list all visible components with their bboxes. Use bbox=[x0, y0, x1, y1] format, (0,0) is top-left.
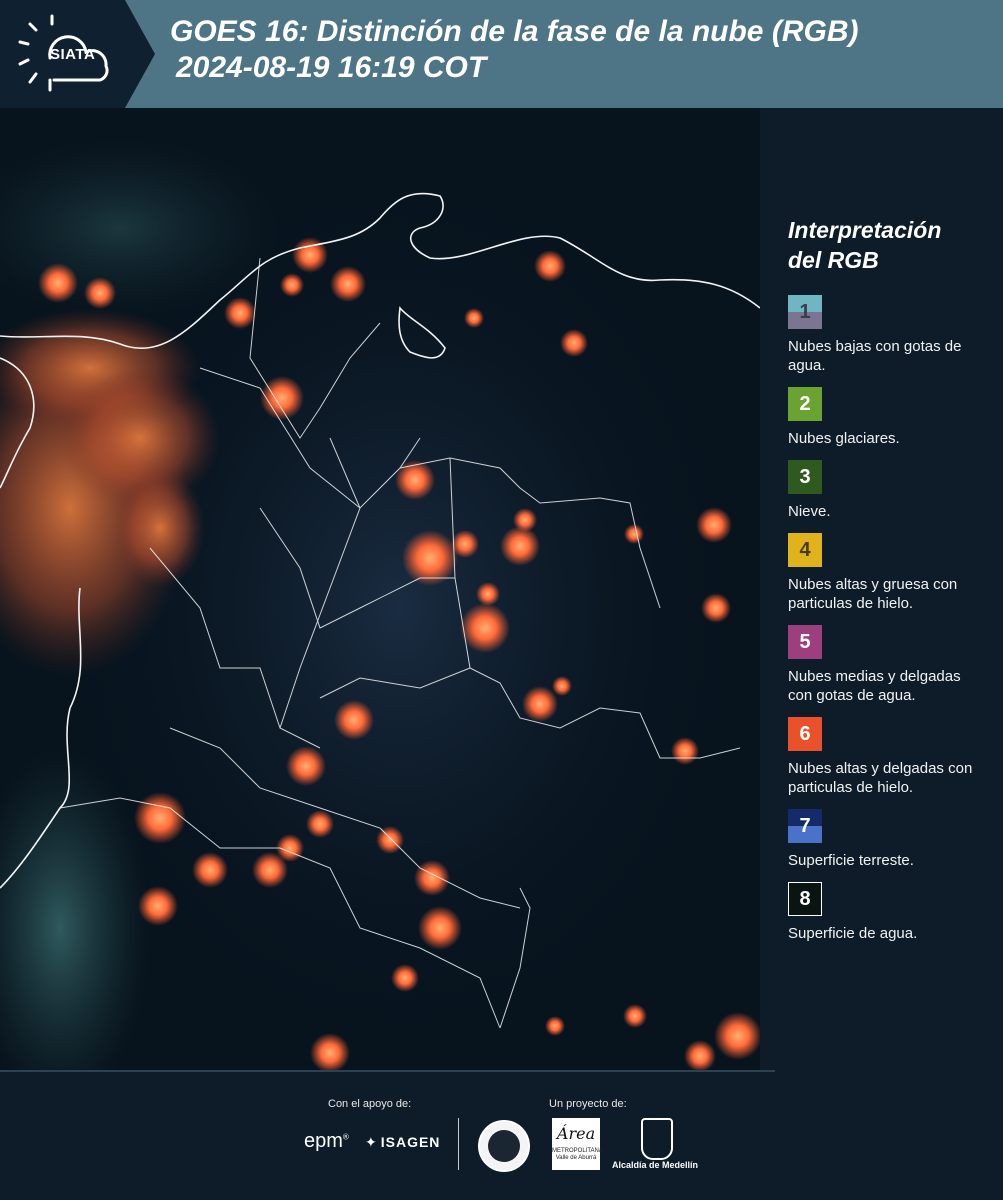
support-label: Con el apoyo de: bbox=[328, 1098, 412, 1110]
legend-number: 1 bbox=[799, 300, 811, 323]
legend-title: Interpretación del RGB bbox=[788, 217, 942, 273]
legend-label: Nubes altas y gruesa con particulas de h… bbox=[788, 576, 958, 612]
legend-item: 7 Superficie terreste. bbox=[788, 809, 988, 870]
legend-swatch: 6 bbox=[788, 717, 822, 751]
isagen-text: ISAGEN bbox=[380, 1134, 441, 1150]
isagen-logo: ✦ ISAGEN bbox=[365, 1134, 440, 1151]
legend-swatch: 3 bbox=[788, 460, 822, 494]
legend-item: 4 Nubes altas y gruesa con particulas de … bbox=[788, 533, 988, 613]
header-bar: SIATA GOES 16: Distinción de la fase de … bbox=[0, 0, 1003, 108]
legend-label: Nieve. bbox=[788, 503, 831, 520]
legend-label: Nubes altas y delgadas con particulas de… bbox=[788, 760, 973, 796]
legend-number: 3 bbox=[799, 465, 811, 488]
project-label: Un proyecto de: bbox=[549, 1098, 627, 1110]
title-line-1: GOES 16: Distinción de la fase de la nub… bbox=[170, 15, 859, 48]
legend-number: 8 bbox=[799, 887, 811, 910]
footer-bar: Con el apoyo de: Un proyecto de: epm® ✦ I… bbox=[0, 1070, 1003, 1200]
logo-label: SIATA bbox=[50, 46, 96, 63]
legend-item: 2 Nubes glaciares. bbox=[788, 387, 988, 448]
title-line-2: 2024-08-19 16:19 COT bbox=[176, 51, 487, 84]
university-seal-icon bbox=[478, 1120, 530, 1172]
area-subtitle: METROPOLITANA Valle de Aburrá bbox=[552, 1148, 603, 1161]
legend-swatch: 2 bbox=[788, 387, 822, 421]
epm-text: epm bbox=[304, 1130, 343, 1152]
legend-swatch: 4 bbox=[788, 533, 822, 567]
legend-number: 4 bbox=[799, 538, 811, 561]
legend-panel: Interpretación del RGB 1 Nubes bajas con … bbox=[788, 215, 988, 955]
legend-item: 6 Nubes altas y delgadas con particulas d… bbox=[788, 717, 988, 797]
legend-swatch: 8 bbox=[788, 882, 822, 916]
legend-number: 7 bbox=[799, 814, 811, 837]
footer-divider bbox=[0, 1070, 775, 1072]
isagen-icon: ✦ bbox=[365, 1134, 378, 1150]
legend-swatch: 7 bbox=[788, 809, 822, 843]
page-title: GOES 16: Distinción de la fase de la nub… bbox=[170, 14, 858, 86]
satellite-map[interactable] bbox=[0, 108, 760, 1070]
legend-item: 8 Superficie de agua. bbox=[788, 882, 988, 943]
legend-label: Nubes bajas con gotas de agua. bbox=[788, 338, 962, 374]
area-title: Área bbox=[556, 1124, 596, 1143]
legend-label: Superficie terreste. bbox=[788, 852, 914, 869]
siata-logo: SIATA bbox=[0, 0, 155, 108]
legend-swatch: 1 bbox=[788, 295, 822, 329]
legend-list: 1 Nubes bajas con gotas de agua. 2 Nubes gl… bbox=[788, 295, 988, 943]
legend-number: 5 bbox=[799, 630, 811, 653]
legend-item: 5 Nubes medias y delgadas con gotas de ag… bbox=[788, 625, 988, 705]
legend-number: 2 bbox=[799, 392, 811, 415]
legend-item: 3 Nieve. bbox=[788, 460, 988, 521]
legend-item: 1 Nubes bajas con gotas de agua. bbox=[788, 295, 988, 375]
alcaldia-emblem-icon bbox=[641, 1118, 673, 1160]
legend-number: 6 bbox=[799, 722, 811, 745]
legend-label: Nubes glaciares. bbox=[788, 430, 900, 447]
alcaldia-label: Alcaldía de Medellín bbox=[612, 1160, 699, 1170]
legend-label: Nubes medias y delgadas con gotas de agu… bbox=[788, 668, 961, 704]
footer-vertical-divider bbox=[458, 1118, 459, 1170]
satellite-image bbox=[0, 108, 760, 1070]
area-metropolitana-logo: Área METROPOLITANA Valle de Aburrá bbox=[552, 1118, 603, 1170]
epm-logo: epm® bbox=[304, 1130, 349, 1152]
legend-swatch: 5 bbox=[788, 625, 822, 659]
legend-label: Superficie de agua. bbox=[788, 925, 918, 942]
